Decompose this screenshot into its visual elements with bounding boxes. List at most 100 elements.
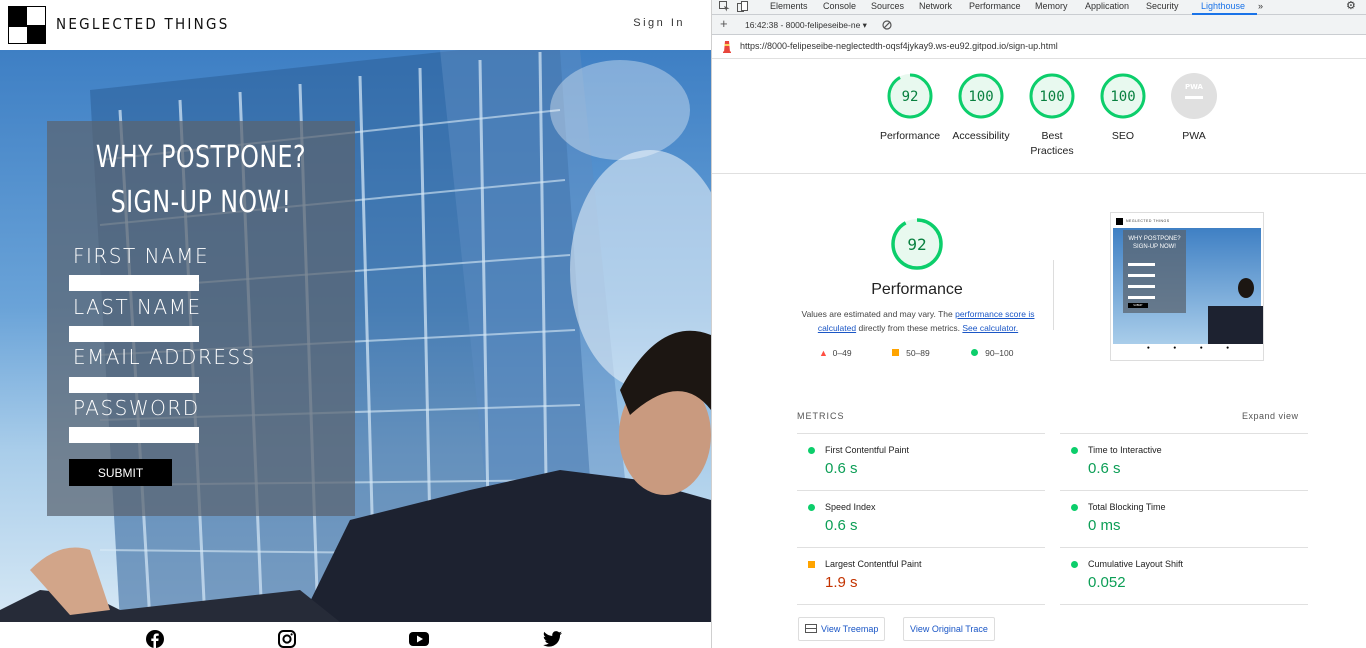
first-name-input[interactable] [69, 275, 199, 291]
submit-button[interactable]: SUBMIT [69, 459, 172, 486]
thumb-form: WHY POSTPONE? SIGN-UP NOW! SUBMIT [1123, 230, 1186, 313]
brand-name[interactable]: NEGLECTED THINGS [56, 15, 230, 33]
instagram-icon[interactable] [278, 630, 296, 648]
website-viewport: NEGLECTED THINGS Sign In WHY POSTPONE? S… [0, 0, 711, 648]
seo-label: SEO [1111, 130, 1135, 142]
tab-application[interactable]: Application [1085, 1, 1129, 11]
lighthouse-toolbar: + 16:42:38 - 8000-felipeseibe-ne ▾ [712, 15, 1366, 35]
metric-pass-icon [808, 447, 815, 454]
desc-text-2: directly from these metrics. [856, 323, 963, 333]
divider [712, 173, 1366, 174]
twitter-icon[interactable] [543, 630, 562, 648]
best-practices-gauge: 100 [1029, 73, 1075, 119]
thumb-submit: SUBMIT [1128, 303, 1148, 308]
thumb-title-1: WHY POSTPONE? [1128, 236, 1181, 242]
sign-in-link[interactable]: Sign In [633, 17, 685, 29]
form-title-line1: WHY POSTPONE? [95, 140, 307, 175]
page-screenshot-thumbnail[interactable]: NEGLECTED THINGS WHY POSTPONE? SIGN-UP N… [1110, 212, 1264, 361]
legend-pass-label: 90–100 [985, 348, 1014, 358]
legend-pass: 90–100 [971, 348, 1013, 358]
expand-view-button[interactable]: Expand view [1242, 411, 1299, 421]
metric-average-icon [808, 561, 815, 568]
treemap-icon [805, 624, 817, 633]
tab-sources[interactable]: Sources [871, 1, 904, 11]
pwa-badge-text: PWA [1185, 83, 1204, 91]
metric-tbt-name: Total Blocking Time [1088, 502, 1166, 512]
tab-console[interactable]: Console [823, 1, 856, 11]
thumb-hero: WHY POSTPONE? SIGN-UP NOW! SUBMIT [1113, 228, 1263, 344]
tab-performance[interactable]: Performance [969, 1, 1021, 11]
email-input[interactable] [69, 377, 199, 393]
pass-circle-icon [971, 349, 978, 356]
metric-tti-name: Time to Interactive [1088, 445, 1162, 455]
more-tabs-button[interactable]: » [1258, 1, 1263, 11]
first-name-label: FIRST NAME [73, 244, 210, 268]
site-footer [0, 622, 711, 648]
fail-triangle-icon: ▲ [819, 348, 828, 358]
view-original-trace-button[interactable]: View Original Trace [903, 617, 995, 641]
last-name-label: LAST NAME [73, 295, 202, 319]
devtools-tab-bar: Elements Console Sources Network Perform… [712, 0, 1366, 15]
metric-fcp-name: First Contentful Paint [825, 445, 910, 455]
metric-pass-icon [1071, 447, 1078, 454]
form-title: WHY POSTPONE? SIGN-UP NOW! [65, 135, 336, 225]
metric-cls-name: Cumulative Layout Shift [1088, 559, 1184, 569]
accessibility-label: Accessibility [952, 130, 1010, 142]
metric-pass-icon [1071, 561, 1078, 568]
view-treemap-button[interactable]: View Treemap [798, 617, 886, 641]
last-name-input[interactable] [69, 326, 199, 342]
logo-icon[interactable] [8, 6, 46, 44]
email-label: EMAIL ADDRESS [73, 345, 256, 369]
metric-si-name: Speed Index [825, 502, 876, 512]
report-selector[interactable]: 16:42:38 - 8000-felipeseibe-ne ▾ [745, 20, 867, 31]
inspect-element-icon[interactable] [719, 1, 730, 12]
site-header: NEGLECTED THINGS Sign In [0, 0, 711, 50]
device-toolbar-icon[interactable] [737, 1, 748, 12]
facebook-icon[interactable] [146, 630, 164, 648]
performance-description: Values are estimated and may vary. The p… [798, 307, 1038, 335]
settings-gear-icon[interactable]: ⚙ [1346, 0, 1356, 12]
best-practices-score: 100 [1039, 89, 1064, 105]
average-square-icon [892, 349, 899, 356]
devtools-panel: Elements Console Sources Network Perform… [711, 0, 1366, 648]
performance-detail-gauge: 92 [891, 218, 943, 270]
seo-gauge: 100 [1100, 73, 1146, 119]
see-calculator-link[interactable]: See calculator. [962, 323, 1018, 333]
metric-lcp-value: 1.9 s [825, 574, 858, 591]
accessibility-score: 100 [968, 89, 993, 105]
tab-security[interactable]: Security [1146, 1, 1179, 11]
thumb-footer-icons: ● ● ● ● [1146, 345, 1230, 351]
lighthouse-logo-icon [723, 41, 731, 53]
tab-elements[interactable]: Elements [770, 1, 808, 11]
tab-network[interactable]: Network [919, 1, 952, 11]
report-selector-label: 16:42:38 - 8000-felipeseibe-ne [745, 20, 861, 30]
view-treemap-label: View Treemap [821, 624, 879, 634]
legend-average-label: 50–89 [906, 348, 930, 358]
password-input[interactable] [69, 427, 199, 443]
pwa-badge-icon: PWA [1171, 73, 1217, 119]
tab-lighthouse[interactable]: Lighthouse [1201, 1, 1245, 11]
metric-pass-icon [1071, 504, 1078, 511]
new-report-plus-icon[interactable]: + [720, 17, 728, 31]
seo-score: 100 [1110, 89, 1135, 105]
legend-fail-label: 0–49 [832, 348, 852, 358]
performance-label: Performance [879, 130, 941, 142]
tab-memory[interactable]: Memory [1035, 1, 1068, 11]
vertical-divider [1053, 260, 1054, 330]
clear-report-icon[interactable] [882, 20, 892, 30]
password-label: PASSWORD [73, 396, 200, 420]
metric-tbt-value: 0 ms [1088, 517, 1121, 534]
thumb-title-2: SIGN-UP NOW! [1133, 244, 1176, 250]
legend-average: 50–89 [892, 348, 930, 358]
audit-url[interactable]: https://8000-felipeseibe-neglectedth-oqs… [740, 41, 1058, 51]
legend-fail: ▲ 0–49 [819, 348, 852, 358]
metric-lcp-name: Largest Contentful Paint [825, 559, 922, 569]
performance-score: 92 [902, 89, 919, 105]
thumb-logo-icon [1116, 218, 1123, 225]
youtube-icon[interactable] [409, 630, 429, 648]
accessibility-gauge: 100 [958, 73, 1004, 119]
desc-text-1: Values are estimated and may vary. The [801, 309, 956, 319]
performance-heading: Performance [871, 281, 963, 298]
metric-si-value: 0.6 s [825, 517, 858, 534]
form-title-line2: SIGN-UP NOW! [110, 185, 292, 220]
